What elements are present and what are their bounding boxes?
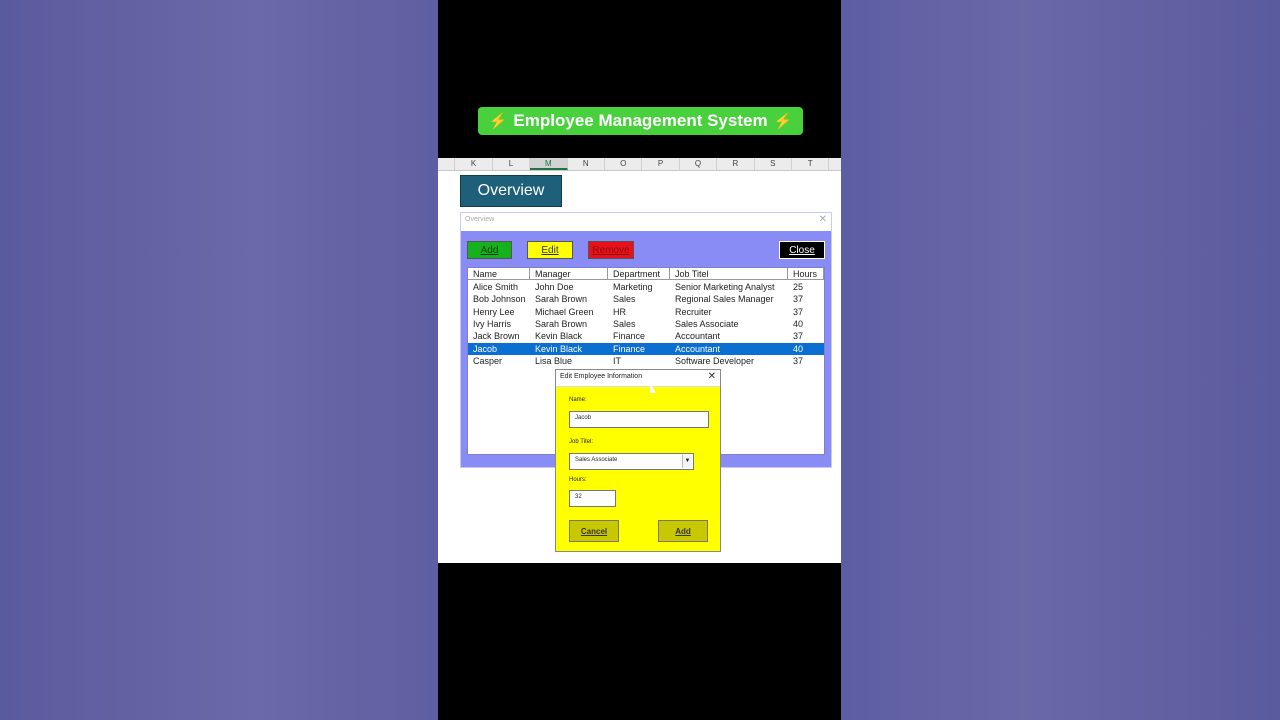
column-header-k[interactable]: K bbox=[455, 158, 493, 170]
column-header-o[interactable]: O bbox=[605, 158, 643, 170]
list-cell: Finance bbox=[613, 343, 646, 354]
add-button-label: Add bbox=[480, 244, 499, 256]
remove-button[interactable]: Remove bbox=[588, 241, 634, 259]
list-cell: Alice Smith bbox=[473, 282, 519, 292]
lightning-icon: ⚡ bbox=[773, 113, 793, 130]
mouse-cursor-icon bbox=[650, 383, 656, 393]
column-header-t[interactable]: T bbox=[792, 158, 830, 170]
column-header-r[interactable]: R bbox=[717, 158, 755, 170]
list-cell: Finance bbox=[613, 331, 646, 342]
title-banner: ⚡ Employee Management System ⚡ bbox=[478, 107, 803, 135]
list-cell: Henry Lee bbox=[473, 306, 515, 317]
list-cell: 37 bbox=[793, 355, 804, 366]
list-cell: 37 bbox=[793, 306, 804, 317]
job-title-label: Job Titel: bbox=[569, 439, 594, 445]
cancel-button[interactable]: Cancel bbox=[569, 520, 619, 542]
column-header-s[interactable]: S bbox=[755, 158, 792, 170]
dialog-add-button[interactable]: Add bbox=[658, 520, 708, 542]
list-cell: Marketing bbox=[613, 282, 653, 292]
dialog-title: Edit Employee Information bbox=[560, 373, 643, 380]
dialog-titlebar: Edit Employee Information ✕ bbox=[556, 370, 720, 387]
list-cell: Accountant bbox=[675, 343, 721, 354]
list-header[interactable]: Name bbox=[468, 268, 530, 280]
list-cell: Jack Brown bbox=[473, 331, 520, 342]
list-row[interactable]: Henry Lee Michael Green HR Recruiter 37 bbox=[468, 306, 824, 318]
list-row[interactable]: Ivy Harris Sarah Brown Sales Sales Associat… bbox=[468, 318, 824, 330]
remove-button-label: Remove bbox=[592, 244, 630, 256]
list-cell: Bob Johnson bbox=[473, 294, 526, 305]
list-cell: Casper bbox=[473, 355, 503, 366]
list-cell: 25 bbox=[793, 282, 804, 292]
job-title-select[interactable]: Sales Associate ▼ bbox=[569, 453, 694, 470]
list-cell: Sarah Brown bbox=[535, 318, 588, 329]
close-icon[interactable]: ✕ bbox=[819, 214, 827, 225]
list-cell: Software Developer bbox=[675, 355, 755, 366]
list-cell: Michael Green bbox=[535, 306, 594, 317]
column-header-l[interactable]: L bbox=[493, 158, 531, 170]
column-header-q[interactable]: Q bbox=[680, 158, 718, 170]
form-title: Overview bbox=[465, 216, 495, 223]
list-cell: Sales bbox=[613, 318, 636, 329]
list-cell: Sales Associate bbox=[675, 318, 739, 329]
list-header[interactable]: Job Titel bbox=[670, 268, 788, 280]
column-header-n[interactable]: N bbox=[568, 158, 605, 170]
list-cell: Recruiter bbox=[675, 306, 712, 317]
list-cell: Regional Sales Manager bbox=[675, 294, 774, 305]
list-cell: Kevin Black bbox=[535, 331, 583, 342]
edit-button[interactable]: Edit bbox=[527, 241, 573, 259]
list-header[interactable]: Department bbox=[608, 268, 670, 280]
list-cell: Sarah Brown bbox=[535, 294, 588, 305]
list-cell: 40 bbox=[793, 318, 804, 329]
list-row[interactable]: Alice Smith John Doe Marketing Senior Marke… bbox=[468, 281, 824, 293]
list-cell: Jacob bbox=[473, 343, 498, 354]
list-row[interactable]: Jack Brown Kevin Black Finance Accountant 37 bbox=[468, 330, 824, 342]
chevron-down-icon[interactable]: ▼ bbox=[682, 455, 692, 468]
close-button[interactable]: Close bbox=[779, 241, 825, 259]
list-cell: HR bbox=[613, 306, 626, 317]
hours-label: Hours: bbox=[569, 477, 587, 483]
column-header-j[interactable]: J bbox=[438, 158, 456, 170]
list-row[interactable]: Jacob Kevin Black Finance Accountant 40 bbox=[468, 342, 824, 355]
name-input[interactable]: Jacob bbox=[569, 411, 709, 428]
close-button-label: Close bbox=[789, 244, 815, 256]
video-frame: ⚡ Employee Management System ⚡ JKLMNOPQR… bbox=[438, 0, 841, 720]
column-header-m[interactable]: M bbox=[530, 158, 568, 170]
list-row[interactable]: Bob Johnson Sarah Brown Sales Regional Sale… bbox=[468, 293, 824, 305]
list-cell: 40 bbox=[793, 343, 804, 354]
list-row[interactable]: Casper Lisa Blue IT Software Developer 37 bbox=[468, 355, 824, 367]
list-cell: John Doe bbox=[535, 282, 574, 292]
list-header[interactable]: Manager bbox=[530, 268, 608, 280]
list-cell: Ivy Harris bbox=[473, 318, 511, 329]
edit-button-label: Edit bbox=[541, 244, 559, 256]
column-header-bar: JKLMNOPQRST bbox=[438, 158, 841, 171]
edit-employee-dialog: Edit Employee Information ✕ Name: Jacob … bbox=[555, 369, 721, 552]
list-cell: Kevin Black bbox=[535, 343, 583, 354]
list-cell: Accountant bbox=[675, 331, 721, 342]
list-cell: 37 bbox=[793, 294, 804, 305]
close-icon[interactable]: ✕ bbox=[708, 371, 716, 382]
overview-button[interactable]: Overview bbox=[460, 175, 562, 207]
list-cell: 37 bbox=[793, 331, 804, 342]
column-header-p[interactable]: P bbox=[642, 158, 680, 170]
list-cell: Senior Marketing Analyst bbox=[675, 282, 775, 292]
list-header[interactable]: Hours bbox=[788, 268, 824, 280]
lightning-icon: ⚡ bbox=[488, 113, 508, 130]
job-title-value: Sales Associate bbox=[575, 457, 618, 463]
hours-input[interactable]: 32 bbox=[569, 490, 616, 507]
list-cell: Lisa Blue bbox=[535, 355, 573, 366]
list-cell: IT bbox=[613, 355, 621, 366]
name-label: Name: bbox=[569, 397, 587, 403]
add-button[interactable]: Add bbox=[467, 241, 512, 259]
banner-title: Employee Management System bbox=[513, 111, 768, 130]
list-cell: Sales bbox=[613, 294, 636, 305]
